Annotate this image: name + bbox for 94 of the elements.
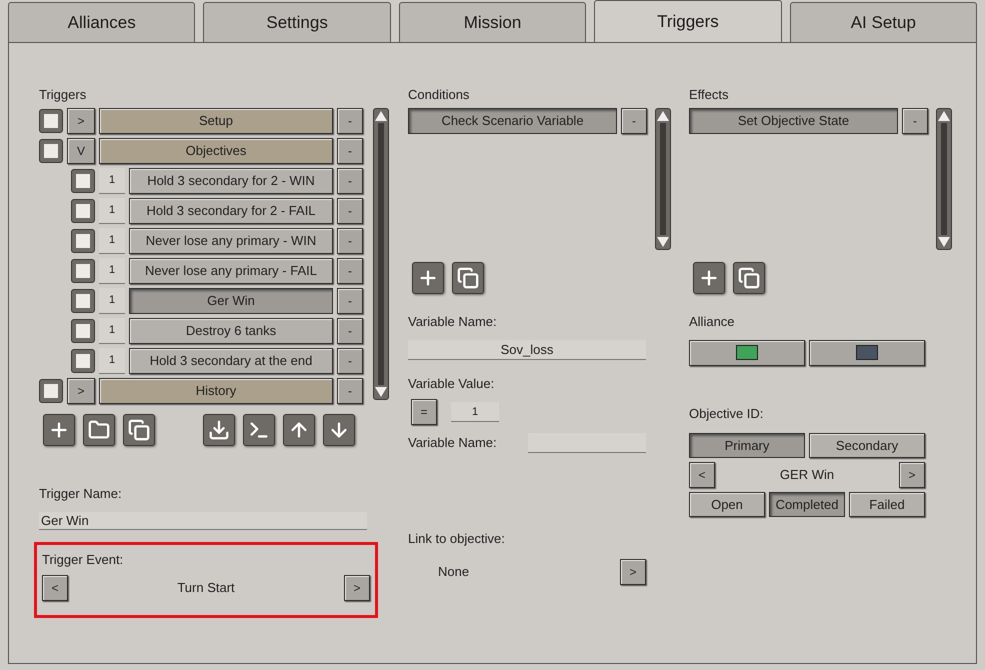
objective-type-button[interactable]: Primary — [689, 433, 805, 458]
operator-button[interactable]: = — [411, 399, 437, 425]
order-field[interactable]: 1 — [99, 348, 125, 374]
variable-name-field[interactable]: Sov_loss — [408, 340, 646, 360]
field-label: Trigger Event: — [42, 550, 124, 569]
tab[interactable]: Settings — [203, 2, 391, 42]
tab[interactable]: Mission — [398, 2, 586, 42]
list-item[interactable]: Hold 3 secondary for 2 - FAIL — [129, 198, 333, 224]
remove-button[interactable]: - — [902, 108, 928, 134]
checkbox[interactable] — [71, 229, 95, 253]
expand-button[interactable]: > — [67, 108, 95, 134]
next-button[interactable]: > — [899, 462, 925, 488]
copy-icon[interactable] — [123, 414, 155, 446]
tab[interactable]: Alliances — [8, 2, 196, 42]
order-field[interactable]: 1 — [99, 258, 125, 284]
order-field[interactable]: 1 — [99, 228, 125, 254]
remove-button[interactable]: - — [337, 138, 363, 164]
arrow-up-icon[interactable] — [283, 414, 315, 446]
scrollbar[interactable] — [936, 108, 952, 250]
field-label: Alliance — [689, 313, 736, 331]
checkbox[interactable] — [71, 289, 95, 313]
variable-value-field[interactable]: 1 — [451, 402, 499, 422]
order-field[interactable]: 1 — [99, 168, 125, 194]
scrollbar[interactable] — [373, 108, 389, 400]
checkbox[interactable] — [39, 109, 63, 133]
scrollbar[interactable] — [655, 108, 671, 250]
field-label: Link to objective: — [408, 530, 506, 548]
list-item[interactable]: Destroy 6 tanks — [129, 318, 333, 344]
checkbox[interactable] — [71, 319, 95, 343]
objective-type-button[interactable]: Secondary — [809, 433, 925, 458]
event-value: Turn Start — [176, 579, 236, 598]
list-item[interactable]: Hold 3 secondary at the end — [129, 348, 333, 374]
next-button[interactable]: > — [344, 575, 370, 601]
remove-button[interactable]: - — [337, 318, 363, 344]
section-title: Triggers — [39, 86, 88, 104]
remove-button[interactable]: - — [337, 198, 363, 224]
next-button[interactable]: > — [620, 558, 646, 584]
checkbox[interactable] — [71, 349, 95, 373]
list-item[interactable]: Hold 3 secondary for 2 - WIN — [129, 168, 333, 194]
objective-value: GER Win — [778, 466, 836, 484]
order-field[interactable]: 1 — [99, 318, 125, 344]
objective-state-button[interactable]: Completed — [769, 492, 845, 517]
arrow-down-icon[interactable] — [323, 414, 355, 446]
expand-button[interactable]: V — [67, 138, 95, 164]
objective-state-button[interactable]: Open — [689, 492, 765, 517]
remove-button[interactable]: - — [621, 108, 647, 134]
order-field[interactable]: 1 — [99, 198, 125, 224]
checkbox[interactable] — [71, 169, 95, 193]
add-icon[interactable] — [43, 414, 75, 446]
name-field[interactable]: Ger Win — [39, 512, 367, 530]
copy-icon[interactable] — [733, 262, 765, 294]
list-item[interactable]: Check Scenario Variable — [408, 108, 617, 134]
download-icon[interactable] — [203, 414, 235, 446]
remove-button[interactable]: - — [337, 168, 363, 194]
order-field[interactable]: 1 — [99, 288, 125, 314]
remove-button[interactable]: - — [337, 228, 363, 254]
terminal-icon[interactable] — [243, 414, 275, 446]
variable-name-field[interactable] — [528, 433, 646, 453]
field-label: Variable Value: — [408, 374, 496, 392]
list-item[interactable]: Setup — [99, 108, 333, 134]
remove-button[interactable]: - — [337, 348, 363, 374]
previous-button[interactable]: < — [42, 575, 68, 601]
section-title: Conditions — [408, 86, 470, 104]
tab[interactable]: Triggers — [594, 0, 782, 42]
section-title: Effects — [689, 86, 730, 104]
alliance-button[interactable] — [809, 340, 925, 366]
add-icon[interactable] — [412, 262, 444, 294]
checkbox[interactable] — [39, 139, 63, 163]
add-icon[interactable] — [693, 262, 725, 294]
field-label: Trigger Name: — [39, 485, 123, 503]
list-item[interactable]: Never lose any primary - WIN — [129, 228, 333, 254]
previous-button[interactable]: < — [689, 462, 715, 488]
alliance-button[interactable] — [689, 340, 805, 366]
checkbox[interactable] — [39, 379, 63, 403]
list-item[interactable]: Ger Win — [129, 288, 333, 314]
field-label: Variable Name: — [408, 434, 498, 452]
list-item[interactable]: History — [99, 378, 333, 404]
checkbox[interactable] — [71, 199, 95, 223]
remove-button[interactable]: - — [337, 108, 363, 134]
field-label: Variable Name: — [408, 313, 498, 331]
list-item[interactable]: Never lose any primary - FAIL — [129, 258, 333, 284]
checkbox[interactable] — [71, 259, 95, 283]
remove-button[interactable]: - — [337, 258, 363, 284]
tab[interactable]: AI Setup — [790, 2, 978, 42]
objective-link-value: None — [437, 562, 470, 581]
remove-button[interactable]: - — [337, 288, 363, 314]
objective-state-button[interactable]: Failed — [849, 492, 925, 517]
copy-icon[interactable] — [452, 262, 484, 294]
list-item[interactable]: Set Objective State — [689, 108, 898, 134]
expand-button[interactable]: > — [67, 378, 95, 404]
remove-button[interactable]: - — [337, 378, 363, 404]
list-item[interactable]: Objectives — [99, 138, 333, 164]
field-label: Objective ID: — [689, 404, 764, 423]
folder-icon[interactable] — [83, 414, 115, 446]
